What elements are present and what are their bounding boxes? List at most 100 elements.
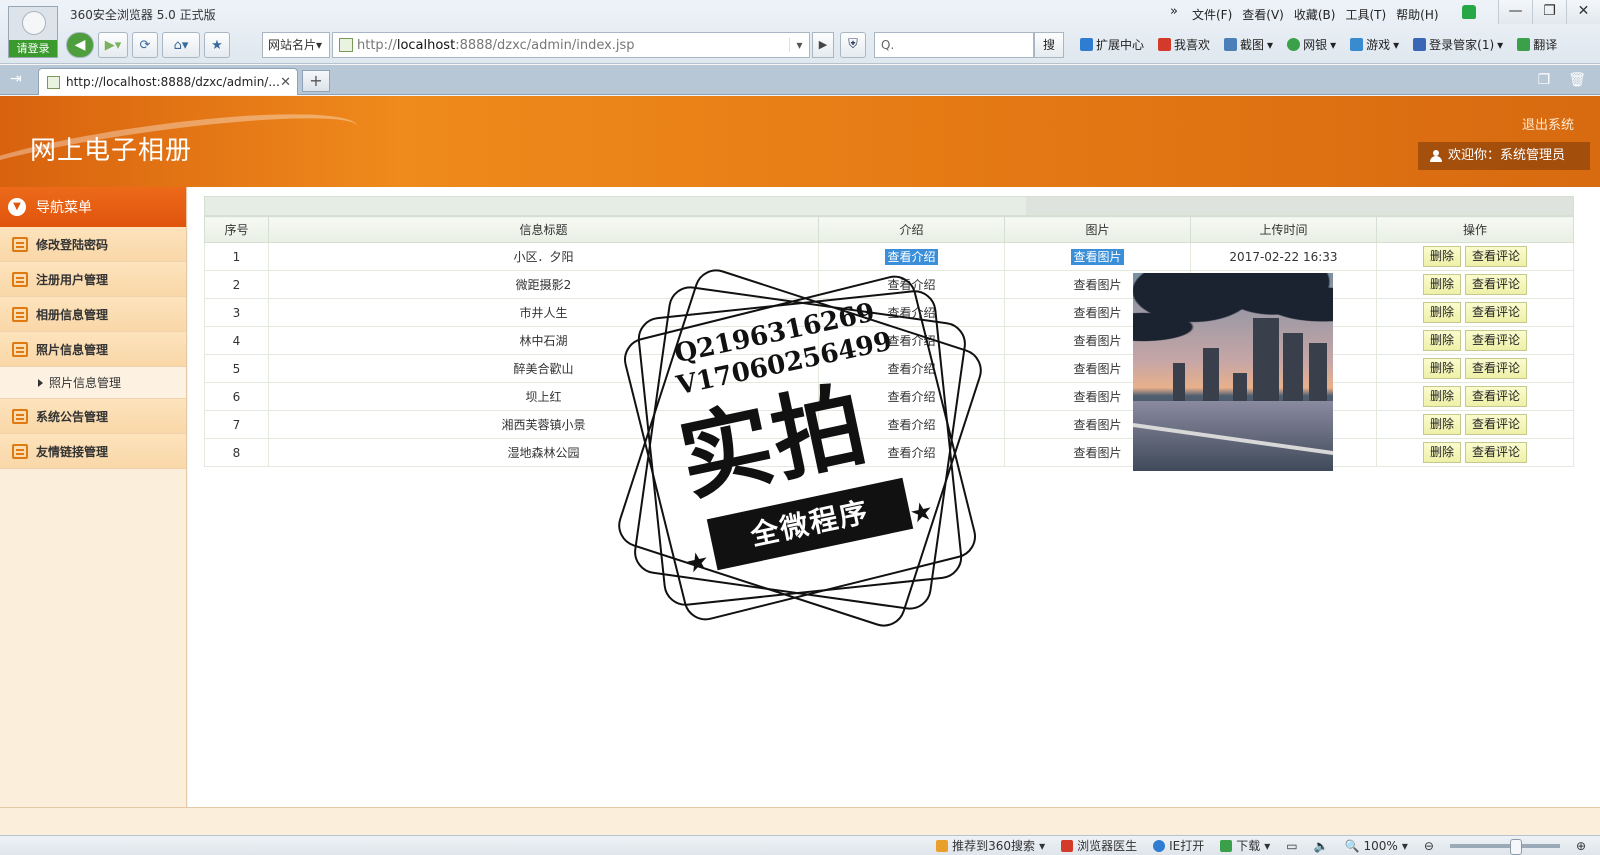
go-button[interactable]: ▶	[812, 32, 834, 58]
sidebar-item-label: 照片信息管理	[36, 342, 109, 357]
menu-help[interactable]: 帮助(H)	[1396, 6, 1438, 23]
url-dropdown-icon[interactable]: ▾	[789, 38, 809, 52]
recommend-search[interactable]: 推荐到360搜索 ▾	[936, 837, 1045, 854]
sidebar-item-change-password[interactable]: 修改登陆密码	[0, 227, 186, 262]
menu-tools[interactable]: 工具(T)	[1345, 6, 1386, 23]
menu-view[interactable]: 查看(V)	[1242, 6, 1284, 23]
site-card-dropdown[interactable]: 网站名片▾	[262, 32, 330, 58]
url-text[interactable]: http://localhost:8888/dzxc/admin/index.j…	[357, 38, 789, 53]
game-icon	[1350, 38, 1364, 51]
sidebar-item-albums[interactable]: 相册信息管理	[0, 297, 186, 332]
sidebar-toggle-icon[interactable]: ⇥	[10, 71, 22, 87]
close-tab-icon[interactable]: ✕	[280, 75, 291, 90]
user-avatar[interactable]: 请登录	[8, 6, 58, 58]
sidebar-item-photos[interactable]: 照片信息管理	[0, 332, 186, 367]
row-no: 5	[204, 354, 269, 383]
login-button[interactable]: 请登录	[9, 40, 57, 57]
back-button[interactable]: ◀	[66, 32, 94, 58]
search-button[interactable]: 搜	[1034, 32, 1064, 58]
sidebar-subitem-photos[interactable]: 照片信息管理	[0, 367, 186, 399]
view-image-link[interactable]: 查看图片	[1071, 417, 1123, 433]
download-label: 下载	[1236, 839, 1261, 853]
trash-icon[interactable]: 🗑	[1568, 72, 1586, 88]
url-prefix: http://	[357, 37, 397, 53]
view-intro-link[interactable]: 查看介绍	[885, 277, 937, 293]
view-comments-button[interactable]: 查看评论	[1465, 330, 1528, 351]
view-intro-link[interactable]: 查看介绍	[885, 445, 937, 461]
view-comments-button[interactable]: 查看评论	[1465, 358, 1528, 379]
view-comments-button[interactable]: 查看评论	[1465, 302, 1528, 323]
delete-button[interactable]: 删除	[1422, 442, 1461, 463]
zoom-level[interactable]: 🔍 100% ▾	[1345, 839, 1408, 853]
login-manager[interactable]: 登录管家(1) ▾	[1413, 36, 1503, 53]
col-actions: 操作	[1376, 216, 1574, 243]
row-intro-cell: 查看介绍	[818, 382, 1005, 411]
home-button[interactable]: ⌂▾	[162, 32, 200, 58]
games[interactable]: 游戏 ▾	[1350, 36, 1399, 53]
sidebar-item-announcements[interactable]: 系统公告管理	[0, 399, 186, 434]
menu-favorites[interactable]: 收藏(B)	[1294, 6, 1336, 23]
search-input[interactable]: Q.	[874, 32, 1034, 58]
browser-doctor[interactable]: 浏览器医生	[1061, 837, 1137, 854]
view-comments-button[interactable]: 查看评论	[1465, 386, 1528, 407]
zoom-in-button[interactable]: ⊕	[1576, 839, 1586, 853]
delete-button[interactable]: 删除	[1422, 386, 1461, 407]
page-icon	[339, 38, 353, 52]
skin-icon[interactable]	[1462, 5, 1476, 19]
view-comments-button[interactable]: 查看评论	[1465, 246, 1528, 267]
view-comments-button[interactable]: 查看评论	[1465, 442, 1528, 463]
delete-button[interactable]: 删除	[1422, 358, 1461, 379]
view-image-link[interactable]: 查看图片	[1071, 361, 1123, 377]
window-icon[interactable]: ▭	[1286, 839, 1297, 853]
view-image-link[interactable]: 查看图片	[1071, 305, 1123, 321]
zoom-out-button[interactable]: ⊖	[1424, 839, 1434, 853]
view-image-link[interactable]: 查看图片	[1071, 389, 1123, 405]
nav-menu-header[interactable]: ▼ 导航菜单	[0, 187, 186, 227]
view-comments-button[interactable]: 查看评论	[1465, 274, 1528, 295]
view-comments-button[interactable]: 查看评论	[1465, 414, 1528, 435]
menu-file[interactable]: 文件(F)	[1192, 6, 1232, 23]
screenshot-tool[interactable]: 截图 ▾	[1224, 36, 1273, 53]
logout-link[interactable]: 退出系统	[1522, 114, 1574, 133]
translate[interactable]: 翻译	[1517, 36, 1557, 53]
online-bank[interactable]: 网银 ▾	[1287, 36, 1336, 53]
view-intro-link[interactable]: 查看介绍	[885, 249, 938, 265]
delete-button[interactable]: 删除	[1422, 330, 1461, 351]
view-intro-link[interactable]: 查看介绍	[885, 389, 937, 405]
view-intro-link[interactable]: 查看介绍	[885, 417, 937, 433]
view-image-link[interactable]: 查看图片	[1071, 277, 1123, 293]
view-intro-link[interactable]: 查看介绍	[885, 333, 937, 349]
delete-button[interactable]: 删除	[1422, 302, 1461, 323]
table-row: 8湿地森林公园查看介绍查看图片55删除查看评论	[204, 438, 1574, 467]
forward-button[interactable]: ▶▾	[98, 32, 128, 58]
favorite-star-button[interactable]: ★	[204, 32, 230, 58]
minimize-button[interactable]: —	[1498, 0, 1532, 24]
refresh-button[interactable]: ⟳	[132, 32, 158, 58]
sidebar-item-links[interactable]: 友情链接管理	[0, 434, 186, 469]
shield-icon[interactable]: ⛨	[840, 32, 866, 58]
open-in-ie[interactable]: IE打开	[1153, 837, 1204, 854]
view-intro-link[interactable]: 查看介绍	[885, 361, 937, 377]
restore-button[interactable]: ❐	[1532, 0, 1566, 24]
favorites-like[interactable]: 我喜欢	[1158, 36, 1210, 53]
view-image-link[interactable]: 查看图片	[1071, 249, 1124, 265]
caret-right-icon	[38, 378, 43, 387]
restore-tabs-icon[interactable]: ❐	[1538, 72, 1551, 88]
extension-center[interactable]: 扩展中心	[1080, 36, 1144, 53]
download-manager[interactable]: 下载 ▾	[1220, 837, 1270, 854]
new-tab-button[interactable]: +	[302, 70, 330, 92]
view-image-link[interactable]: 查看图片	[1071, 445, 1123, 461]
sidebar-subitem-label: 照片信息管理	[49, 376, 122, 390]
delete-button[interactable]: 删除	[1422, 246, 1461, 267]
sidebar-item-users[interactable]: 注册用户管理	[0, 262, 186, 297]
close-window-button[interactable]: ✕	[1566, 0, 1600, 24]
delete-button[interactable]: 删除	[1422, 274, 1461, 295]
zoom-slider[interactable]	[1449, 838, 1560, 855]
view-intro-link[interactable]: 查看介绍	[885, 305, 937, 321]
delete-button[interactable]: 删除	[1422, 414, 1461, 435]
volume-icon[interactable]: 🔈	[1314, 839, 1329, 853]
view-image-link[interactable]: 查看图片	[1071, 333, 1123, 349]
address-bar[interactable]: http://localhost:8888/dzxc/admin/index.j…	[332, 32, 810, 58]
menu-expand-icon[interactable]: »	[1170, 4, 1178, 19]
tab-admin[interactable]: http://localhost:8888/dzxc/admin/... ✕	[38, 68, 298, 95]
